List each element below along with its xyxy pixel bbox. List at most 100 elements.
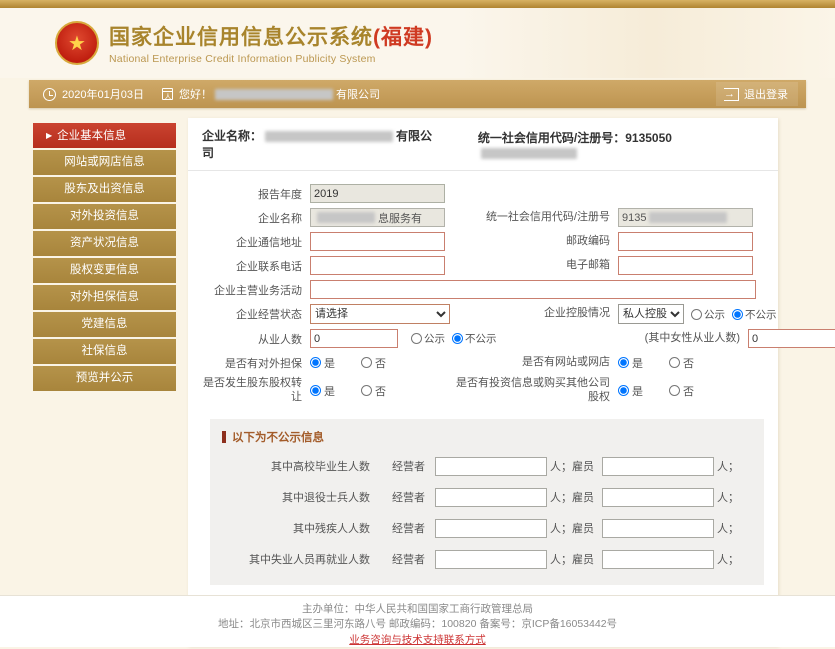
company-name-redacted bbox=[265, 131, 393, 142]
holding-public-radio[interactable] bbox=[691, 309, 702, 320]
national-emblem-logo: ★ bbox=[55, 21, 99, 65]
employees-not-public-radio[interactable] bbox=[452, 333, 463, 344]
female-employees-input[interactable] bbox=[748, 329, 835, 348]
clock-icon bbox=[43, 88, 56, 101]
nonpublic-row-graduates: 其中高校毕业生人数 经营者 人；雇员 人； bbox=[222, 457, 752, 476]
employees-public-radio[interactable] bbox=[411, 333, 422, 344]
guarantee-radios: 是 否 bbox=[310, 355, 450, 371]
user-badge-icon bbox=[162, 88, 173, 100]
guarantee-label: 是否有对外担保 bbox=[200, 355, 310, 371]
sidebar-item-basic-info[interactable]: ▶企业基本信息 bbox=[33, 123, 176, 148]
website-no-radio[interactable] bbox=[669, 357, 680, 368]
site-title-main: 国家企业信用信息公示系统 bbox=[109, 26, 373, 49]
investment-radios: 是 否 bbox=[618, 383, 720, 399]
sidebar-nav: ▶企业基本信息 网站或网店信息 股东及出资信息 对外投资信息 资产状况信息 股权… bbox=[33, 123, 176, 393]
address-label: 企业通信地址 bbox=[200, 234, 310, 250]
footer-address-line: 地址：北京市西城区三里河东路八号 邮政编码：100820 备案号：京ICP备16… bbox=[0, 617, 835, 632]
guarantee-yes-radio[interactable] bbox=[310, 357, 321, 368]
operating-status-select[interactable]: 请选择 bbox=[310, 304, 450, 324]
holding-not-public-radio[interactable] bbox=[732, 309, 743, 320]
nonpublic-row-veterans: 其中退役士兵人数 经营者 人；雇员 人； bbox=[222, 488, 752, 507]
equity-transfer-radios: 是 否 bbox=[310, 383, 450, 399]
sidebar-item-preview-publish[interactable]: 预览并公示 bbox=[33, 366, 176, 391]
site-subtitle-en: National Enterprise Credit Information P… bbox=[109, 53, 433, 65]
investment-no-radio[interactable] bbox=[669, 385, 680, 396]
company-name-line: 企业名称：有限公司 bbox=[202, 127, 436, 161]
main-business-input[interactable] bbox=[310, 280, 756, 299]
equity-transfer-label: 是否发生股东股权转让 bbox=[200, 377, 310, 405]
section-marker-icon bbox=[222, 431, 226, 443]
active-arrow-icon: ▶ bbox=[46, 131, 52, 140]
veterans-employee-input[interactable] bbox=[602, 488, 714, 507]
disabled-operator-input[interactable] bbox=[435, 519, 547, 538]
main-panel: 企业名称：有限公司 统一社会信用代码/注册号：9135050 报告年度 企业名称… bbox=[188, 118, 778, 646]
sidebar-item-equity-change-info[interactable]: 股权变更信息 bbox=[33, 258, 176, 283]
sidebar-item-party-info[interactable]: 党建信息 bbox=[33, 312, 176, 337]
greeting-prefix: 您好！ bbox=[179, 86, 212, 102]
equity-transfer-no-radio[interactable] bbox=[361, 385, 372, 396]
female-employees-label: (其中女性从业人数) bbox=[618, 332, 748, 346]
sidebar-item-website-info[interactable]: 网站或网店信息 bbox=[33, 150, 176, 175]
sidebar-item-social-security-info[interactable]: 社保信息 bbox=[33, 339, 176, 364]
site-header: ★ 国家企业信用信息公示系统(福建) National Enterprise C… bbox=[0, 8, 835, 78]
sidebar-item-shareholder-info[interactable]: 股东及出资信息 bbox=[33, 177, 176, 202]
employees-input[interactable] bbox=[310, 329, 398, 348]
company-name-redacted bbox=[215, 89, 333, 100]
current-date: 2020年01月03日 bbox=[62, 86, 144, 102]
reemployed-operator-input[interactable] bbox=[435, 550, 547, 569]
nonpublic-row-disabled: 其中残疾人人数 经营者 人；雇员 人； bbox=[222, 519, 752, 538]
investment-label: 是否有投资信息或购买其他公司股权 bbox=[450, 377, 618, 405]
email-label: 电子邮箱 bbox=[450, 259, 618, 273]
credit-code-line: 统一社会信用代码/注册号：9135050 bbox=[478, 129, 764, 160]
nonpublic-section-title: 以下为不公示信息 bbox=[222, 429, 752, 445]
greeting: 您好！ 有限公司 bbox=[179, 86, 380, 102]
report-year-label: 报告年度 bbox=[200, 186, 310, 202]
sidebar-item-investment-info[interactable]: 对外投资信息 bbox=[33, 204, 176, 229]
company-name-label: 企业名称 bbox=[200, 210, 310, 226]
logout-button[interactable]: → 退出登录 bbox=[716, 82, 798, 106]
website-radios: 是 否 bbox=[618, 355, 720, 371]
credit-code-redacted bbox=[481, 148, 577, 159]
veterans-operator-input[interactable] bbox=[435, 488, 547, 507]
equity-transfer-yes-radio[interactable] bbox=[310, 385, 321, 396]
panel-header: 企业名称：有限公司 统一社会信用代码/注册号：9135050 bbox=[188, 118, 778, 171]
address-input[interactable] bbox=[310, 232, 445, 251]
page-footer: 主办单位：中华人民共和国国家工商行政管理总局 地址：北京市西城区三里河东路八号 … bbox=[0, 595, 835, 647]
session-topbar: 2020年01月03日 您好！ 有限公司 → 退出登录 bbox=[29, 80, 806, 108]
website-yes-radio[interactable] bbox=[618, 357, 629, 368]
sidebar-item-guarantee-info[interactable]: 对外担保信息 bbox=[33, 285, 176, 310]
operating-status-label: 企业经营状态 bbox=[200, 306, 310, 322]
graduates-operator-input[interactable] bbox=[435, 457, 547, 476]
nonpublic-row-reemployed: 其中失业人员再就业人数 经营者 人；雇员 人； bbox=[222, 550, 752, 569]
credit-code-label: 统一社会信用代码/注册号 bbox=[450, 211, 618, 225]
logout-label: 退出登录 bbox=[744, 86, 788, 102]
holding-status-label: 企业控股情况 bbox=[450, 307, 618, 321]
guarantee-no-radio[interactable] bbox=[361, 357, 372, 368]
graduates-employee-input[interactable] bbox=[602, 457, 714, 476]
website-label: 是否有网站或网店 bbox=[450, 356, 618, 370]
holding-publicity-radios: 公示 不公示 bbox=[684, 307, 777, 322]
sidebar-item-assets-info[interactable]: 资产状况信息 bbox=[33, 231, 176, 256]
footer-org-line: 主办单位：中华人民共和国国家工商行政管理总局 bbox=[0, 602, 835, 617]
postcode-label: 邮政编码 bbox=[450, 235, 618, 249]
credit-code-field: 9135 bbox=[618, 208, 753, 227]
employees-label: 从业人数 bbox=[200, 331, 310, 347]
holding-status-select[interactable]: 私人控股 bbox=[618, 304, 684, 324]
logout-icon: → bbox=[724, 88, 739, 101]
report-year-field bbox=[310, 184, 445, 203]
footer-support-link[interactable]: 业务咨询与技术支持联系方式 bbox=[349, 633, 486, 648]
nonpublic-section: 以下为不公示信息 其中高校毕业生人数 经营者 人；雇员 人； 其中退役士兵人数 … bbox=[210, 419, 764, 585]
postcode-input[interactable] bbox=[618, 232, 753, 251]
top-gold-strip bbox=[0, 0, 835, 8]
disabled-employee-input[interactable] bbox=[602, 519, 714, 538]
email-input[interactable] bbox=[618, 256, 753, 275]
phone-input[interactable] bbox=[310, 256, 445, 275]
investment-yes-radio[interactable] bbox=[618, 385, 629, 396]
greeting-company-suffix: 有限公司 bbox=[336, 86, 380, 102]
site-title: 国家企业信用信息公示系统(福建) bbox=[109, 21, 433, 51]
company-name-field: 息服务有 bbox=[310, 208, 445, 227]
main-business-label: 企业主营业务活动 bbox=[200, 282, 310, 298]
phone-label: 企业联系电话 bbox=[200, 258, 310, 274]
annual-report-form: 报告年度 企业名称 息服务有 统一社会信用代码/注册号 9135 企业通信地址 … bbox=[188, 171, 778, 634]
reemployed-employee-input[interactable] bbox=[602, 550, 714, 569]
